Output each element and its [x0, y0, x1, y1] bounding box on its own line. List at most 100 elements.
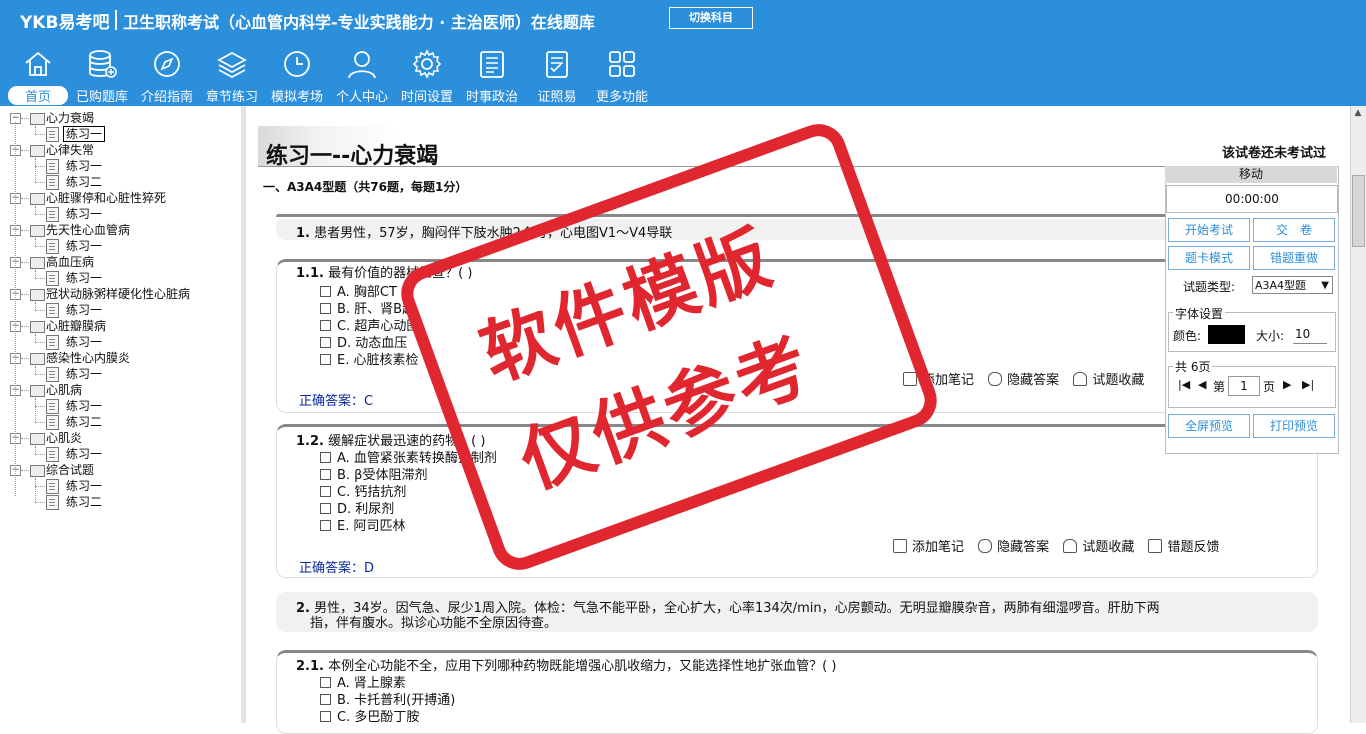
- nav-guide[interactable]: 介绍指南: [137, 48, 197, 105]
- switch-subject-button[interactable]: 切换科目: [669, 7, 753, 29]
- tree-connector: [35, 270, 36, 278]
- tree-node-label: 练习一: [66, 159, 103, 173]
- option-checkbox[interactable]: [320, 469, 331, 480]
- prev-page-icon[interactable]: ◀: [1198, 378, 1206, 391]
- nav-certificate[interactable]: 证照易: [527, 48, 587, 105]
- nav-home[interactable]: 首页: [8, 48, 68, 105]
- tree-connector: [35, 166, 45, 167]
- first-page-icon[interactable]: |◀: [1178, 378, 1190, 391]
- option-checkbox[interactable]: [320, 286, 331, 297]
- option-checkbox[interactable]: [320, 711, 331, 722]
- option-checkbox[interactable]: [320, 486, 331, 497]
- question-card: [276, 259, 1318, 413]
- add-note-button[interactable]: 添加笔记: [903, 372, 974, 388]
- nav-time-settings[interactable]: 时间设置: [397, 48, 457, 105]
- option-checkbox[interactable]: [320, 452, 331, 463]
- print-preview-button[interactable]: 打印预览: [1253, 414, 1335, 438]
- heart-icon: [1073, 372, 1088, 386]
- option-checkbox[interactable]: [320, 520, 331, 531]
- option-checkbox[interactable]: [320, 677, 331, 688]
- page-suffix: 页: [1263, 380, 1276, 394]
- question-actions: 添加笔记 隐藏答案 试题收藏: [893, 369, 1144, 388]
- tree-connector: [35, 454, 45, 455]
- card-top-border: [276, 214, 1318, 219]
- document-icon: [46, 399, 59, 414]
- document-icon: [46, 127, 59, 142]
- option-checkbox[interactable]: [320, 354, 331, 365]
- question-stem-2-cont: 指，伴有腹水。拟诊心功能不全原因待查。: [310, 616, 558, 631]
- tree-node-label: 练习一: [66, 367, 103, 381]
- question-number: 2.: [296, 601, 310, 616]
- option-checkbox[interactable]: [320, 503, 331, 514]
- last-page-icon[interactable]: ▶|: [1302, 378, 1314, 391]
- scroll-up-icon[interactable]: ▲: [1350, 108, 1366, 122]
- tree-node-label: 练习一: [66, 303, 103, 317]
- tree-connector: [35, 502, 45, 503]
- nav-label: 个人中心: [335, 90, 388, 105]
- hide-answer-button[interactable]: 隐藏答案: [978, 539, 1049, 555]
- tree-node-label: 练习二: [66, 415, 103, 429]
- scrollbar-thumb[interactable]: [1352, 175, 1365, 247]
- option-checkbox[interactable]: [320, 303, 331, 314]
- add-note-button[interactable]: 添加笔记: [893, 539, 964, 555]
- option-checkbox[interactable]: [320, 337, 331, 348]
- fullscreen-preview-button[interactable]: 全屏预览: [1168, 414, 1250, 438]
- font-color-picker[interactable]: [1208, 325, 1245, 344]
- folder-icon: [30, 225, 45, 237]
- option-checkbox[interactable]: [320, 694, 331, 705]
- question-number: 1.: [296, 226, 310, 241]
- favorite-button[interactable]: 试题收藏: [1073, 372, 1145, 388]
- nav-more[interactable]: 更多功能: [592, 48, 652, 105]
- correct-answer: 正确答案：D: [299, 561, 375, 576]
- submit-button[interactable]: 交 卷: [1253, 218, 1335, 242]
- tree-node-label: 高血压病: [46, 255, 95, 269]
- action-label: 隐藏答案: [1007, 373, 1060, 388]
- tree-node-label: 练习一: [63, 126, 106, 142]
- report-icon: [1148, 539, 1163, 553]
- home-icon: [25, 51, 51, 76]
- nav-chapter-practice[interactable]: 章节练习: [202, 48, 262, 105]
- tree-connector: [35, 206, 36, 214]
- card-mode-button[interactable]: 题卡模式: [1168, 246, 1250, 270]
- document-icon: [46, 207, 59, 222]
- tree-node-label: 练习一: [66, 447, 103, 461]
- option-e[interactable]: E. 心脏核素检: [320, 349, 418, 368]
- nav-label: 已购题库: [75, 90, 128, 105]
- folder-icon: [30, 353, 45, 365]
- report-error-button[interactable]: 错题反馈: [1148, 539, 1219, 555]
- tree-connector: [35, 422, 45, 423]
- color-label: 颜色:: [1173, 329, 1202, 343]
- document-icon: [46, 239, 59, 254]
- tree-connector: [35, 126, 36, 134]
- grid-icon: [609, 51, 635, 77]
- nav-profile[interactable]: 个人中心: [332, 48, 392, 105]
- panel-move-handle[interactable]: 移动: [1165, 166, 1337, 183]
- option-checkbox[interactable]: [320, 320, 331, 331]
- nav-mock-exam[interactable]: 模拟考场: [267, 48, 327, 105]
- chevron-down-icon: ▼: [1321, 280, 1329, 291]
- tree-connector: [35, 238, 36, 246]
- document-icon: [46, 447, 59, 462]
- redo-wrong-button[interactable]: 错题重做: [1253, 246, 1335, 270]
- page-number-input[interactable]: 1: [1228, 376, 1260, 396]
- option-e[interactable]: E. 阿司匹林: [320, 515, 405, 534]
- hide-answer-button[interactable]: 隐藏答案: [988, 372, 1060, 388]
- nav-purchased[interactable]: 已购题库: [72, 48, 132, 105]
- question-type-label: 试题类型:: [1183, 280, 1236, 294]
- action-label: 试题收藏: [1092, 373, 1145, 388]
- next-page-icon[interactable]: ▶: [1283, 378, 1291, 391]
- action-label: 试题收藏: [1082, 540, 1135, 555]
- nav-label: 更多功能: [595, 90, 648, 105]
- correct-answer: 正确答案：C: [299, 394, 374, 409]
- question-stem-1: 1. 患者男性，57岁，胸闷伴下肢水肿2个月，心电图V1～V4导联: [296, 222, 672, 241]
- tree-node-label: 心肌病: [46, 383, 83, 397]
- chapter-tree: − 心力衰竭 练习一 − 心律失常 练习一 练习二 − 心脏骤停和心脏性猝死 练习一 − 先天性心血管…: [0, 106, 242, 723]
- font-size-input[interactable]: 10: [1293, 325, 1327, 344]
- option-c[interactable]: C. 多巴酚丁胺: [320, 706, 419, 725]
- nav-current-affairs[interactable]: 时事政治: [462, 48, 522, 105]
- question-type-select[interactable]: A3A4型题 ▼: [1252, 276, 1333, 294]
- question-actions: 添加笔记 隐藏答案 试题收藏 错题反馈: [883, 536, 1219, 555]
- favorite-button[interactable]: 试题收藏: [1063, 539, 1135, 555]
- start-exam-button[interactable]: 开始考试: [1168, 218, 1250, 242]
- tree-node-label: 练习一: [66, 335, 103, 349]
